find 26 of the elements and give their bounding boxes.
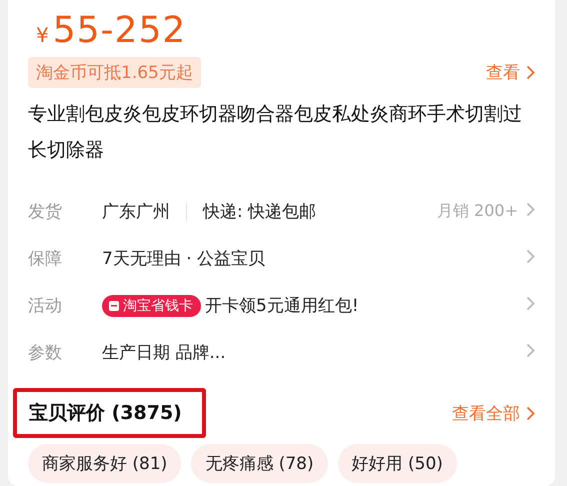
row-value: 生产日期 品牌...: [102, 342, 226, 364]
savings-card-badge: 淘宝省钱卡: [102, 294, 201, 316]
row-label: 活动: [28, 295, 63, 317]
row-label: 发货: [28, 201, 63, 223]
chevron-icon: [526, 296, 535, 311]
row-value: 7天无理由 · 公益宝贝: [102, 248, 266, 270]
row-label: 保障: [28, 248, 63, 270]
review-tag[interactable]: 好好用 (50): [338, 444, 457, 483]
reviews-title: 宝贝评价 (3875): [29, 402, 182, 424]
price: 55-252: [52, 10, 186, 51]
card-icon: [108, 300, 120, 312]
product-title: 专业割包皮炎包皮环切器吻合器包皮私处炎商环手术切割过长切除器: [28, 102, 523, 163]
review-tag[interactable]: 无疼痛感 (78): [191, 444, 328, 483]
currency-symbol: ¥: [36, 23, 49, 47]
delivery-info: 快递: 快递包邮: [203, 201, 316, 223]
coin-offer-tag: 淘金币可抵1.65元起: [28, 57, 201, 88]
ship-origin: 广东广州: [102, 201, 170, 223]
chevron-icon: [526, 406, 535, 420]
review-tag[interactable]: 商家服务好 (81): [28, 444, 182, 483]
chevron-icon: [526, 202, 535, 217]
promo-text: 开卡领5元通用红包!: [205, 295, 359, 317]
chevron-icon: [526, 343, 535, 358]
monthly-sales: 月销 200+: [436, 201, 518, 222]
chevron-icon: [526, 249, 535, 264]
chevron-icon: [526, 65, 535, 80]
row-label: 参数: [28, 342, 63, 364]
